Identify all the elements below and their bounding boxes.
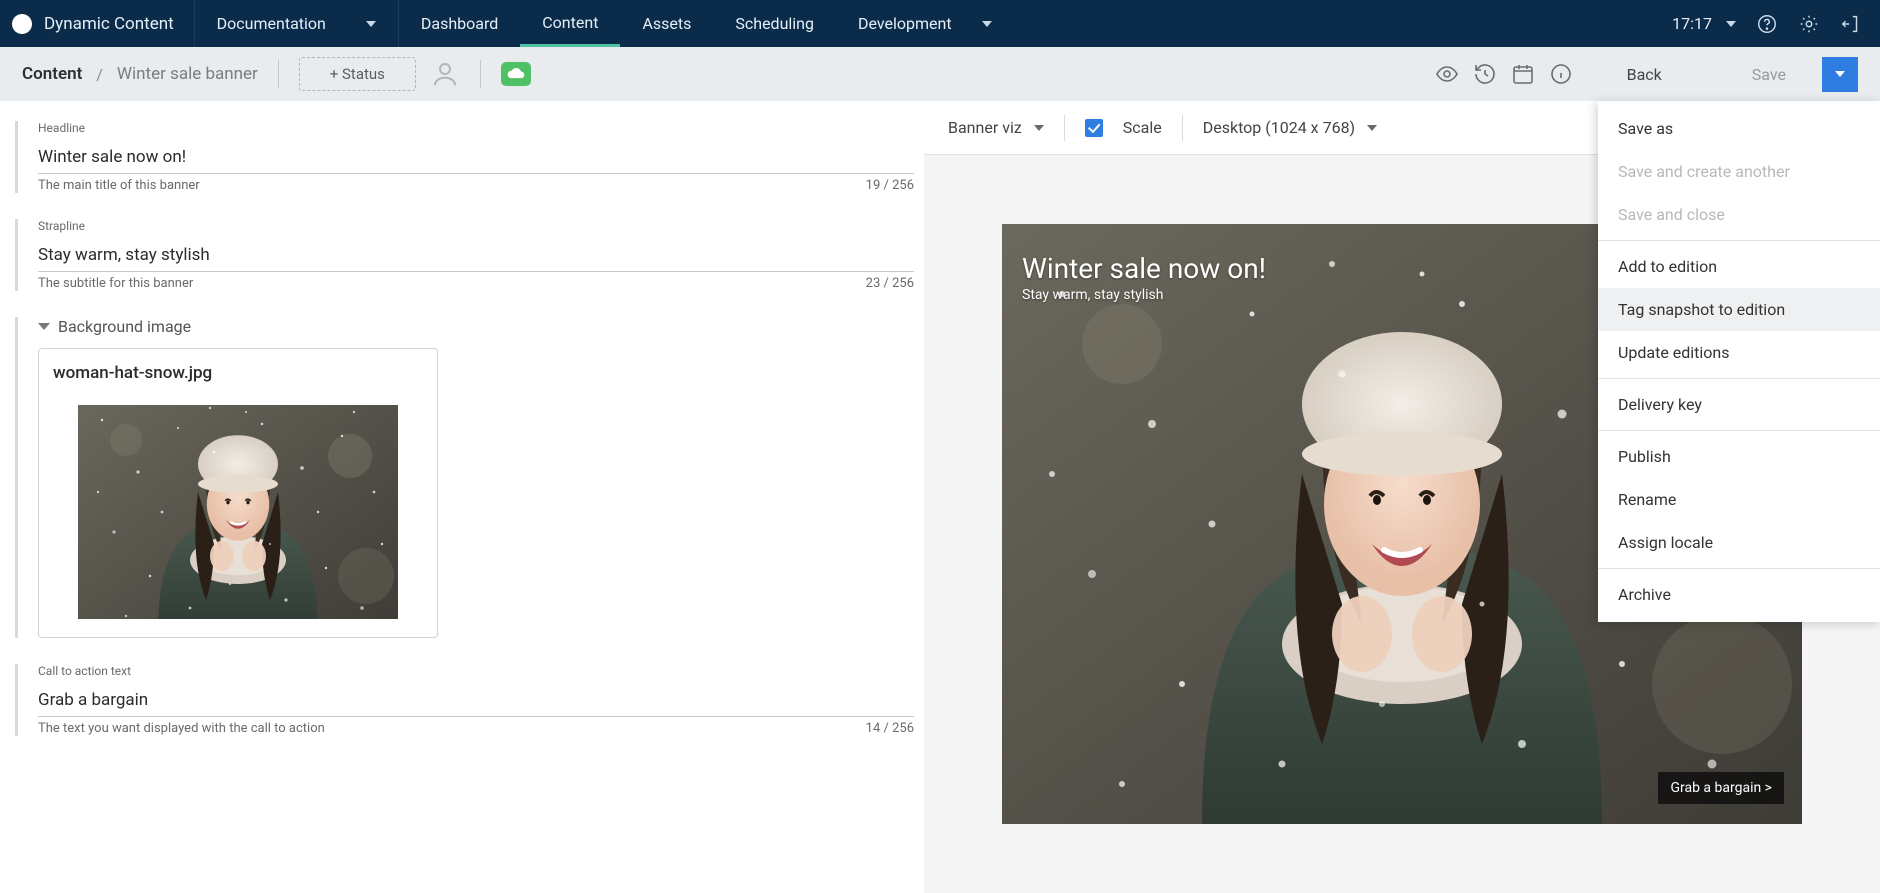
save-button-group: Save — [1716, 57, 1858, 92]
nav-scheduling[interactable]: Scheduling — [713, 0, 836, 47]
banner-cta-button[interactable]: Grab a bargain > — [1658, 772, 1784, 804]
field-label: Headline — [38, 121, 914, 135]
visualization-select[interactable]: Banner viz — [948, 118, 1044, 137]
nav-documentation[interactable]: Documentation — [195, 0, 399, 47]
menu-add-edition[interactable]: Add to edition — [1598, 245, 1880, 288]
image-card[interactable]: woman-hat-snow.jpg — [38, 348, 438, 638]
field-strapline: Strapline The subtitle for this banner 2… — [15, 219, 914, 291]
device-label: Desktop (1024 x 768) — [1203, 118, 1355, 137]
breadcrumb-leaf: Winter sale banner — [117, 64, 258, 84]
clock-time: 17:17 — [1672, 14, 1712, 33]
char-count: 14 / 256 — [866, 721, 914, 736]
caret-down-icon — [1367, 125, 1377, 131]
field-cta: Call to action text The text you want di… — [15, 664, 914, 736]
caret-down-icon — [1726, 21, 1736, 27]
field-hint: The text you want displayed with the cal… — [38, 721, 325, 736]
nav-documentation-label: Documentation — [217, 14, 326, 33]
nav-assets[interactable]: Assets — [620, 0, 713, 47]
main-split: Headline The main title of this banner 1… — [0, 101, 1880, 893]
menu-rename[interactable]: Rename — [1598, 478, 1880, 521]
char-count: 23 / 256 — [866, 276, 914, 291]
breadcrumb-root[interactable]: Content — [22, 64, 82, 84]
field-headline: Headline The main title of this banner 1… — [15, 121, 914, 193]
nav-development-label: Development — [858, 14, 952, 33]
viz-label: Banner viz — [948, 118, 1022, 137]
save-menu-toggle[interactable] — [1822, 57, 1858, 92]
char-count: 19 / 256 — [866, 178, 914, 193]
section-background-image: Background image woman-hat-snow.jpg — [15, 317, 914, 638]
menu-tag-snapshot[interactable]: Tag snapshot to edition — [1598, 288, 1880, 331]
preview-pane: Banner viz Scale Desktop (1024 x 768) Wi… — [924, 101, 1880, 893]
save-button[interactable]: Save — [1716, 57, 1822, 92]
back-button[interactable]: Back — [1587, 65, 1702, 84]
scale-checkbox[interactable] — [1085, 119, 1103, 137]
calendar-icon[interactable] — [1511, 62, 1535, 86]
gear-icon[interactable] — [1798, 13, 1820, 35]
scale-label: Scale — [1123, 118, 1162, 137]
nav-dashboard-label: Dashboard — [421, 14, 498, 33]
nav-dashboard[interactable]: Dashboard — [399, 0, 520, 47]
nav-content[interactable]: Content — [520, 0, 620, 47]
cta-input[interactable] — [38, 684, 914, 717]
menu-publish[interactable]: Publish — [1598, 435, 1880, 478]
logout-icon[interactable] — [1840, 13, 1862, 35]
section-title: Background image — [58, 317, 191, 336]
nav-scheduling-label: Scheduling — [735, 14, 814, 33]
menu-save-create-another: Save and create another — [1598, 150, 1880, 193]
form-pane: Headline The main title of this banner 1… — [0, 101, 924, 893]
nav-development[interactable]: Development — [836, 0, 1014, 47]
sync-status-icon[interactable] — [501, 62, 531, 86]
assignee-icon[interactable] — [430, 59, 460, 89]
menu-archive[interactable]: Archive — [1598, 573, 1880, 616]
caret-down-icon — [1835, 71, 1845, 77]
banner-title: Winter sale now on! — [1022, 252, 1266, 285]
chevron-down-icon — [38, 323, 50, 330]
menu-delivery-key[interactable]: Delivery key — [1598, 383, 1880, 426]
caret-down-icon — [366, 21, 376, 27]
menu-save-as[interactable]: Save as — [1598, 107, 1880, 150]
image-filename: woman-hat-snow.jpg — [53, 363, 423, 383]
help-icon[interactable] — [1756, 13, 1778, 35]
field-label: Call to action text — [38, 664, 914, 678]
nav-assets-label: Assets — [642, 14, 691, 33]
section-toggle[interactable]: Background image — [38, 317, 914, 336]
clock[interactable]: 17:17 — [1672, 14, 1736, 33]
nav-content-label: Content — [542, 13, 598, 32]
breadcrumb-sep: / — [96, 65, 103, 84]
strapline-input[interactable] — [38, 239, 914, 272]
info-icon[interactable] — [1549, 62, 1573, 86]
subheader: Content / Winter sale banner + Status Ba… — [0, 47, 1880, 101]
brand[interactable]: Dynamic Content — [0, 0, 195, 47]
field-label: Strapline — [38, 219, 914, 233]
image-thumbnail — [78, 405, 398, 619]
save-dropdown-menu: Save as Save and create another Save and… — [1598, 101, 1880, 622]
field-hint: The subtitle for this banner — [38, 276, 193, 291]
top-nav: Dynamic Content Documentation Dashboard … — [0, 0, 1880, 47]
field-hint: The main title of this banner — [38, 178, 200, 193]
headline-input[interactable] — [38, 141, 914, 174]
device-select[interactable]: Desktop (1024 x 768) — [1203, 118, 1377, 137]
brand-logo-icon — [10, 12, 34, 36]
caret-down-icon — [982, 21, 992, 27]
history-icon[interactable] — [1473, 62, 1497, 86]
preview-icon[interactable] — [1435, 62, 1459, 86]
caret-down-icon — [1034, 125, 1044, 131]
menu-update-editions[interactable]: Update editions — [1598, 331, 1880, 374]
banner-subtitle: Stay warm, stay stylish — [1022, 287, 1266, 303]
add-status-button[interactable]: + Status — [299, 57, 416, 91]
menu-assign-locale[interactable]: Assign locale — [1598, 521, 1880, 564]
menu-save-close: Save and close — [1598, 193, 1880, 236]
brand-name: Dynamic Content — [44, 14, 174, 34]
